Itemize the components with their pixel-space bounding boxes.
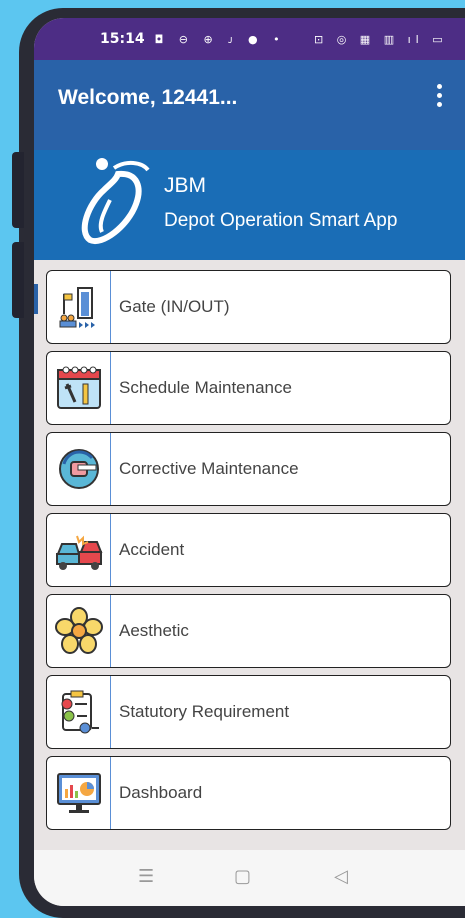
home-button[interactable]: ▢ [234, 866, 251, 887]
back-button[interactable]: ◁ [334, 866, 348, 887]
app-bar: Welcome, 12441... [34, 60, 465, 150]
jbm-logo-icon [81, 158, 150, 245]
app-subtitle: Depot Operation Smart App [164, 210, 398, 231]
menu-item-label: Aesthetic [119, 621, 189, 640]
menu-item-corrective-maintenance[interactable]: Corrective Maintenance [46, 432, 451, 506]
menu-item-label: Gate (IN/OUT) [119, 297, 230, 316]
brand-name: JBM [164, 174, 206, 197]
menu-item-label: Accident [119, 540, 185, 559]
system-nav-bar: ☰ ▢ ◁ [34, 850, 465, 906]
menu-item-label: Corrective Maintenance [119, 459, 299, 478]
more-vert-icon[interactable] [431, 82, 447, 110]
flower-icon [47, 595, 111, 667]
screen: 15:14 ◘ ⊖ ⊕ ᴊ ● • ⊡ ◎ ▦ ▥ ıl ▭ Welcome, … [34, 18, 465, 906]
scroll-indicator [34, 284, 38, 314]
status-notification-icons: ◘ ⊖ ⊕ ᴊ ● • [154, 32, 286, 46]
checklist-icon [47, 676, 111, 748]
car-crash-icon [47, 514, 111, 586]
menu-item-accident[interactable]: Accident [46, 513, 451, 587]
power-button [12, 242, 24, 318]
status-bar: 15:14 ◘ ⊖ ⊕ ᴊ ● • ⊡ ◎ ▦ ▥ ıl ▭ [34, 18, 465, 60]
calendar-tools-icon [47, 352, 111, 424]
repair-fist-icon [47, 433, 111, 505]
menu-item-aesthetic[interactable]: Aesthetic [46, 594, 451, 668]
app-banner: JBM Depot Operation Smart App [34, 150, 465, 260]
menu-item-label: Statutory Requirement [119, 702, 290, 721]
menu-item-statutory-requirement[interactable]: Statutory Requirement [46, 675, 451, 749]
menu-item-schedule-maintenance[interactable]: Schedule Maintenance [46, 351, 451, 425]
volume-button [12, 152, 24, 228]
recents-button[interactable]: ☰ [138, 866, 154, 887]
menu-list: Gate (IN/OUT) Schedule Maintenance Corre… [46, 270, 451, 837]
monitor-chart-icon [47, 757, 111, 829]
status-time: 15:14 [100, 31, 145, 47]
welcome-title: Welcome, 12441... [58, 86, 238, 109]
menu-item-label: Dashboard [119, 783, 203, 802]
menu-item-dashboard[interactable]: Dashboard [46, 756, 451, 830]
status-system-icons: ⊡ ◎ ▦ ▥ ıl ▭ [314, 32, 448, 46]
gate-icon [47, 271, 111, 343]
menu-item-gate[interactable]: Gate (IN/OUT) [46, 270, 451, 344]
menu-item-label: Schedule Maintenance [119, 378, 292, 397]
